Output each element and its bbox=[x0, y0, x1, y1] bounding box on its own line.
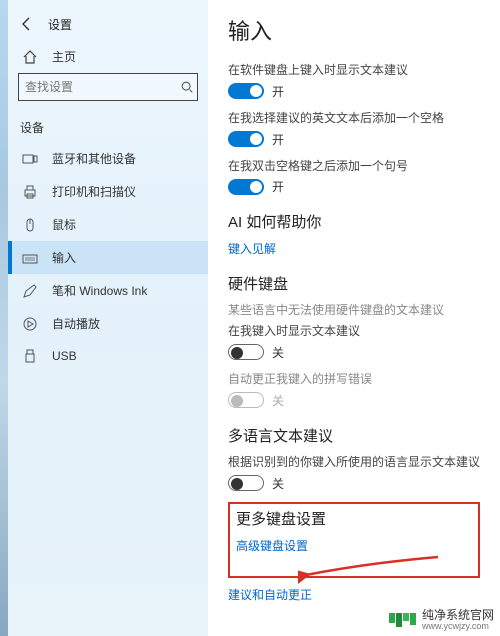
nav-autoplay[interactable]: 自动播放 bbox=[8, 307, 208, 340]
search-icon bbox=[180, 79, 194, 95]
pen-icon bbox=[22, 283, 38, 299]
settings-sidebar: 设置 主页 设备 蓝牙和其他设备 打印机和扫描仪 bbox=[8, 0, 208, 636]
highlight-box: 更多键盘设置 高级键盘设置 bbox=[228, 502, 480, 578]
nav-mouse[interactable]: 鼠标 bbox=[8, 208, 208, 241]
watermark: 纯净系统官网 www.ycwjzy.com bbox=[389, 609, 494, 632]
advanced-keyboard-link[interactable]: 高级键盘设置 bbox=[236, 537, 472, 554]
more-heading: 更多键盘设置 bbox=[236, 508, 472, 529]
usb-icon bbox=[22, 348, 38, 364]
printer-icon bbox=[22, 184, 38, 200]
back-button[interactable] bbox=[12, 10, 42, 38]
nav-usb[interactable]: USB bbox=[8, 340, 208, 372]
multi-label: 关 bbox=[272, 475, 284, 492]
watermark-logo-icon bbox=[389, 613, 416, 627]
toggle3-desc: 在我双击空格键之后添加一个句号 bbox=[228, 158, 480, 175]
hw-t1-desc: 在我键入时显示文本建议 bbox=[228, 323, 480, 340]
toggle2-label: 开 bbox=[272, 131, 284, 148]
ai-heading: AI 如何帮助你 bbox=[228, 211, 480, 232]
home-label: 主页 bbox=[52, 48, 76, 65]
bluetooth-icon bbox=[22, 151, 38, 167]
section-label-devices: 设备 bbox=[8, 115, 208, 142]
mouse-icon bbox=[22, 217, 38, 233]
toggle3[interactable] bbox=[228, 179, 264, 195]
suggestions-link[interactable]: 建议和自动更正 bbox=[228, 586, 480, 603]
search-input[interactable] bbox=[25, 80, 180, 94]
desktop-edge bbox=[0, 0, 8, 636]
nav-label: 自动播放 bbox=[52, 315, 100, 332]
search-box[interactable] bbox=[18, 73, 198, 101]
multi-toggle[interactable] bbox=[228, 475, 264, 491]
toggle2-desc: 在我选择建议的英文文本后添加一个空格 bbox=[228, 110, 480, 127]
window-title: 设置 bbox=[48, 16, 72, 33]
hw-toggle2 bbox=[228, 392, 264, 408]
nav-label: 输入 bbox=[52, 249, 76, 266]
nav-typing[interactable]: 输入 bbox=[8, 241, 208, 274]
nav-label: 打印机和扫描仪 bbox=[52, 183, 136, 200]
nav-label: USB bbox=[52, 349, 77, 363]
hw-note: 某些语言中无法使用硬件键盘的文本建议 bbox=[228, 302, 480, 319]
hw-toggle1[interactable] bbox=[228, 344, 264, 360]
toggle1-desc: 在软件键盘上键入时显示文本建议 bbox=[228, 62, 480, 79]
autoplay-icon bbox=[22, 316, 38, 332]
nav-pen[interactable]: 笔和 Windows Ink bbox=[8, 274, 208, 307]
toggle2[interactable] bbox=[228, 131, 264, 147]
ai-link[interactable]: 键入见解 bbox=[228, 240, 480, 257]
home-icon bbox=[22, 49, 38, 65]
hw-t2-label: 关 bbox=[272, 392, 284, 409]
nav-label: 笔和 Windows Ink bbox=[52, 282, 147, 299]
toggle1[interactable] bbox=[228, 83, 264, 99]
multi-heading: 多语言文本建议 bbox=[228, 425, 480, 446]
nav-printers[interactable]: 打印机和扫描仪 bbox=[8, 175, 208, 208]
content-area: 输入 在软件键盘上键入时显示文本建议 开 在我选择建议的英文文本后添加一个空格 … bbox=[208, 0, 500, 636]
nav-label: 鼠标 bbox=[52, 216, 76, 233]
hw-heading: 硬件键盘 bbox=[228, 273, 480, 294]
watermark-url: www.ycwjzy.com bbox=[422, 622, 494, 632]
hw-t1-label: 关 bbox=[272, 344, 284, 361]
multi-desc: 根据识别到的你键入所使用的语言显示文本建议 bbox=[228, 454, 480, 471]
nav-bluetooth[interactable]: 蓝牙和其他设备 bbox=[8, 142, 208, 175]
keyboard-icon bbox=[22, 250, 38, 266]
nav-label: 蓝牙和其他设备 bbox=[52, 150, 136, 167]
toggle1-label: 开 bbox=[272, 83, 284, 100]
page-title: 输入 bbox=[228, 14, 480, 46]
home-nav[interactable]: 主页 bbox=[8, 44, 208, 73]
hw-t2-desc: 自动更正我键入的拼写错误 bbox=[228, 371, 480, 388]
toggle3-label: 开 bbox=[272, 178, 284, 195]
